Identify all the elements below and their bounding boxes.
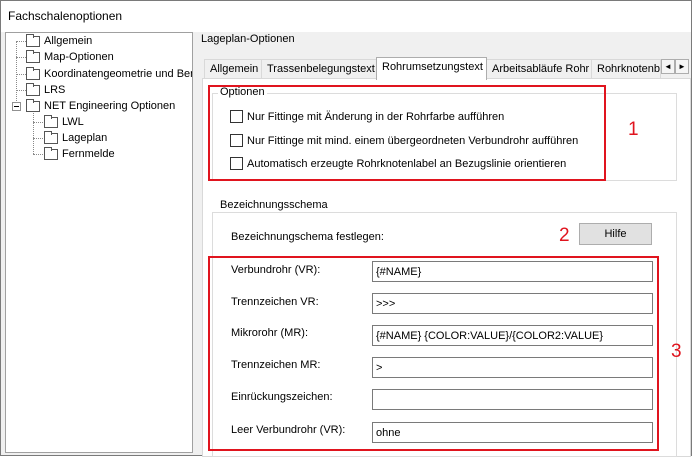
tree-connector	[16, 41, 26, 42]
tree-connector	[33, 154, 43, 155]
folder-icon	[26, 49, 40, 63]
tab-allgemein[interactable]: Allgemein	[204, 59, 262, 79]
tree-connector	[16, 90, 26, 91]
folder-icon	[44, 114, 58, 128]
tree-item-label: LRS	[44, 84, 66, 96]
naming-scheme-legend: Bezeichnungsschema	[218, 199, 330, 211]
options-tree[interactable]: Allgemein Map-Optionen Koordinatengeomet…	[5, 32, 193, 453]
group-label: Lageplan-Optionen	[201, 33, 295, 45]
tab-rohrknoten[interactable]: Rohrknotenb	[591, 59, 661, 79]
tree-connector	[16, 74, 26, 75]
tree-connector	[16, 57, 26, 58]
tree-item-lrs[interactable]: LRS	[26, 82, 65, 98]
tab-label: Rohrumsetzungstext	[382, 61, 483, 73]
help-button[interactable]: Hilfe	[579, 223, 652, 245]
annotation-number-2: 2	[559, 225, 570, 246]
tab-strip: Allgemein Trassenbelegungstext Rohrumset…	[201, 57, 691, 80]
highlight-box-options	[208, 85, 606, 181]
tree-item-label: Lageplan	[62, 132, 108, 144]
tree-item-label: Fernmelde	[62, 148, 115, 160]
folder-icon	[26, 82, 40, 96]
annotation-number-1: 1	[628, 119, 639, 140]
tree-item-label: Allgemein	[44, 35, 93, 47]
tree-item-allgemein[interactable]: Allgemein	[26, 33, 92, 49]
folder-icon	[26, 33, 40, 47]
tree-item-lwl[interactable]: LWL	[44, 114, 84, 130]
tree-item-label: Map-Optionen	[44, 51, 114, 63]
folder-icon	[26, 98, 40, 112]
tab-arbeitsablaeufe-rohr[interactable]: Arbeitsabläufe Rohr	[486, 59, 592, 79]
tree-item-map-optionen[interactable]: Map-Optionen	[26, 49, 114, 65]
tree-item-label: Koordinatengeometrie und Berr	[44, 68, 193, 80]
folder-icon	[44, 146, 58, 160]
tab-label: Arbeitsabläufe Rohr	[492, 63, 590, 75]
tree-connector	[33, 122, 43, 123]
folder-icon	[44, 130, 58, 144]
tree-item-label: LWL	[62, 116, 84, 128]
annotation-number-3: 3	[671, 341, 682, 362]
tab-scroll-left-icon[interactable]: ◄	[661, 59, 675, 74]
define-scheme-label: Bezeichnungschema festlegen:	[231, 231, 384, 243]
folder-icon	[26, 66, 40, 80]
tab-rohrumsetzungstext[interactable]: Rohrumsetzungstext	[376, 57, 487, 80]
tree-item-lageplan[interactable]: Lageplan	[44, 130, 107, 146]
tab-label: Trassenbelegungstext	[267, 63, 375, 75]
tab-label: Rohrknotenb	[597, 63, 660, 75]
options-dialog: Fachschalenoptionen Allgemein Map-Option…	[0, 0, 692, 457]
tree-connector	[33, 113, 34, 154]
tree-connector	[33, 138, 43, 139]
tab-label: Allgemein	[210, 63, 259, 75]
title-bar: Fachschalenoptionen	[1, 1, 691, 32]
collapse-toggle-icon[interactable]	[12, 102, 21, 111]
tab-scroll-right-icon[interactable]: ►	[675, 59, 689, 74]
tab-trassenbelegungstext[interactable]: Trassenbelegungstext	[261, 59, 378, 79]
tree-item-fernmelde[interactable]: Fernmelde	[44, 146, 115, 162]
window-title: Fachschalenoptionen	[8, 9, 123, 23]
tree-item-koordinatengeometrie[interactable]: Koordinatengeometrie und Berr	[26, 66, 193, 82]
tree-item-net-engineering[interactable]: NET Engineering Optionen	[26, 98, 175, 114]
tree-item-label: NET Engineering Optionen	[44, 100, 176, 112]
highlight-box-naming-fields	[208, 256, 659, 451]
